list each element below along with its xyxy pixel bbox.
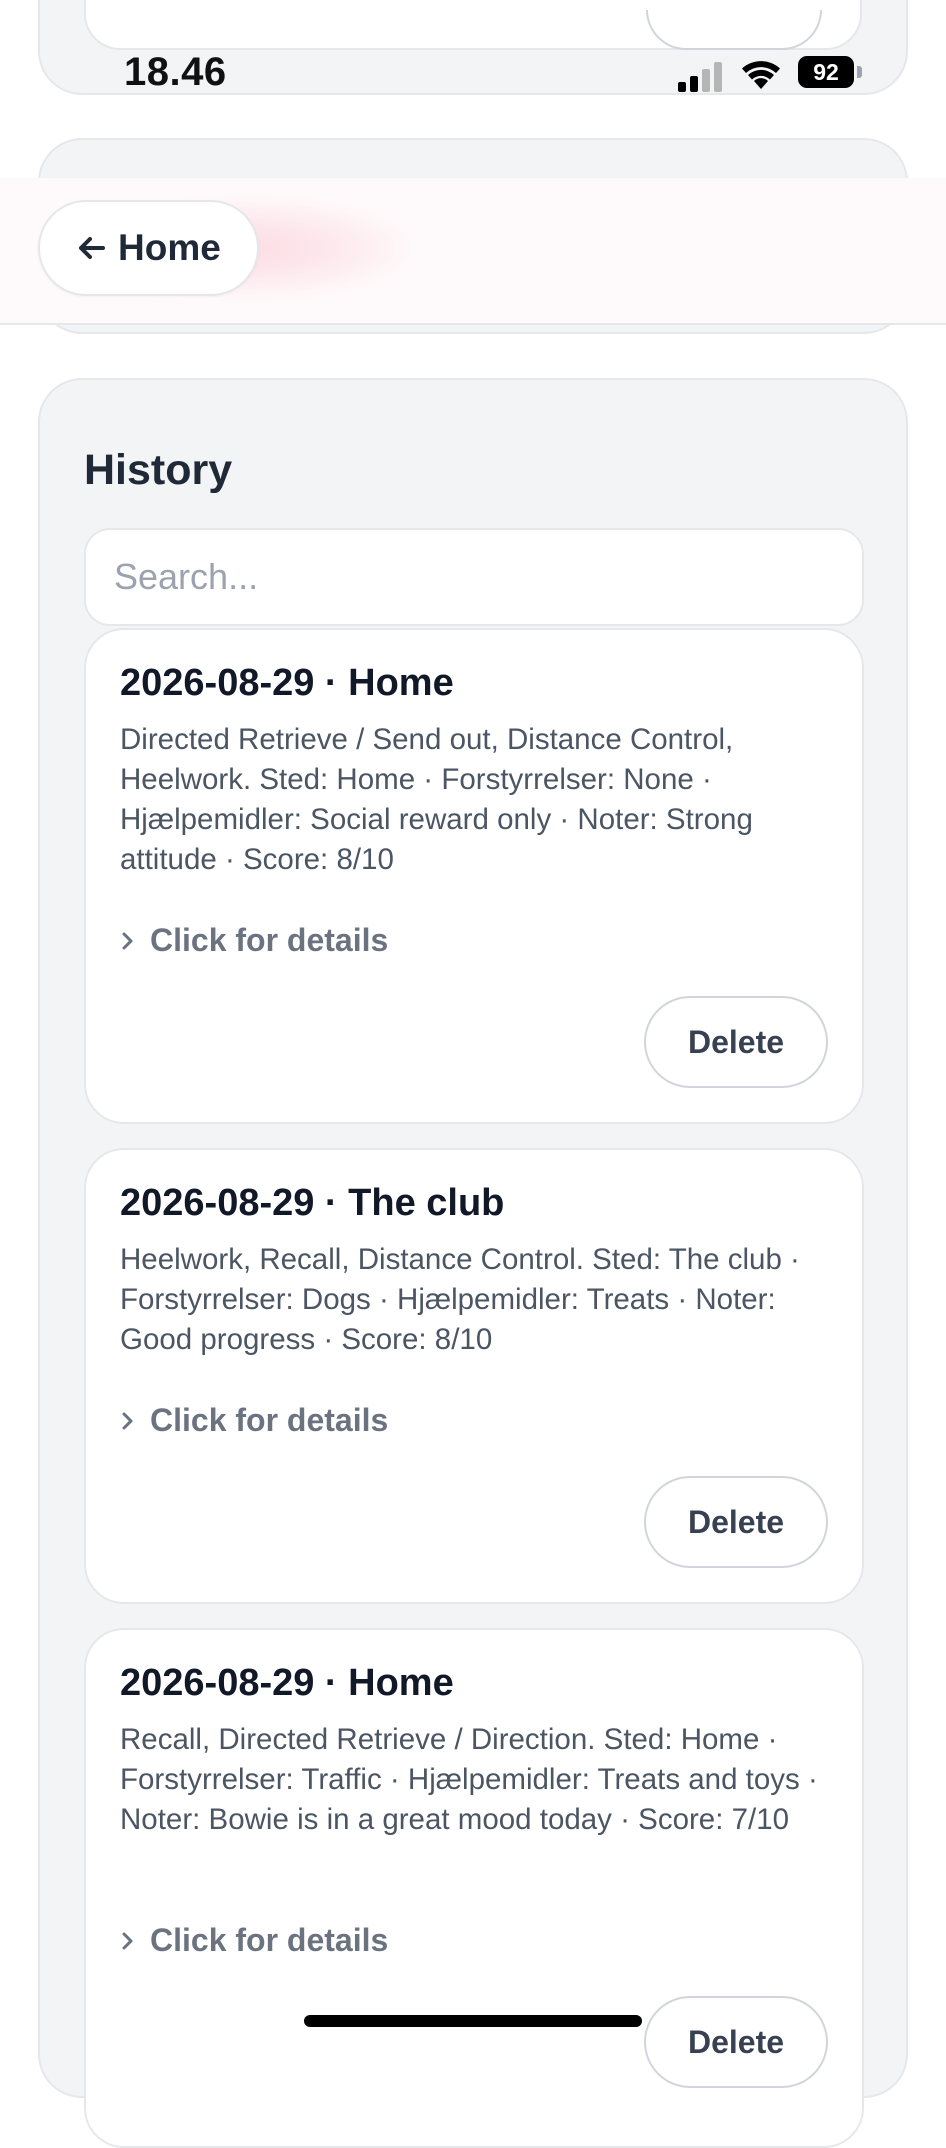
entry-details-label: Click for details <box>150 1922 389 1958</box>
delete-entry-button[interactable]: Delete <box>644 1476 828 1568</box>
entry-details-label: Click for details <box>150 922 389 958</box>
history-entry-card[interactable]: 2026-08-29 · Home Directed Retrieve / Se… <box>84 628 864 1124</box>
entry-description: Directed Retrieve / Send out, Distance C… <box>120 723 753 876</box>
sticky-header: Home <box>0 178 946 325</box>
home-indicator[interactable] <box>304 2015 642 2027</box>
status-time: 18.46 <box>124 50 227 94</box>
status-bar: 18.46 92 <box>0 40 946 110</box>
delete-entry-button[interactable]: Delete <box>644 1996 828 2088</box>
history-panel: History 2026-08-29 · Home Directed Retri… <box>38 378 908 2148</box>
back-home-label: Home <box>118 227 221 268</box>
cellular-signal-icon <box>678 62 724 92</box>
battery-cap <box>857 66 862 78</box>
history-entry-card[interactable]: 2026-08-29 · The club Heelwork, Recall, … <box>84 1148 864 1604</box>
chevron-right-icon <box>122 1412 133 1429</box>
delete-entry-button[interactable]: Delete <box>644 996 828 1088</box>
entry-details-toggle[interactable]: Click for details <box>120 1402 388 1439</box>
history-search-input[interactable] <box>84 528 864 626</box>
entry-title: 2026-08-29 · Home <box>120 1662 454 1704</box>
arrow-left-icon <box>79 237 105 259</box>
back-home-button[interactable]: Home <box>38 200 259 296</box>
chevron-right-icon <box>122 932 133 949</box>
entry-details-toggle[interactable]: Click for details <box>120 922 388 959</box>
entry-title: 2026-08-29 · Home <box>120 662 454 704</box>
battery-level: 92 <box>813 59 839 85</box>
entry-description: Heelwork, Recall, Distance Control. Sted… <box>120 1243 800 1356</box>
chevron-right-icon <box>122 1932 133 1949</box>
entry-title: 2026-08-29 · The club <box>120 1182 505 1224</box>
history-title: History <box>84 446 233 494</box>
wifi-icon <box>742 61 780 89</box>
battery-icon: 92 <box>798 56 854 88</box>
entry-details-toggle[interactable]: Click for details <box>120 1922 388 1959</box>
history-entry-card[interactable]: 2026-08-29 · Home Recall, Directed Retri… <box>84 1628 864 2148</box>
entry-details-label: Click for details <box>150 1402 389 1438</box>
entry-description: Recall, Directed Retrieve / Direction. S… <box>120 1723 818 1836</box>
